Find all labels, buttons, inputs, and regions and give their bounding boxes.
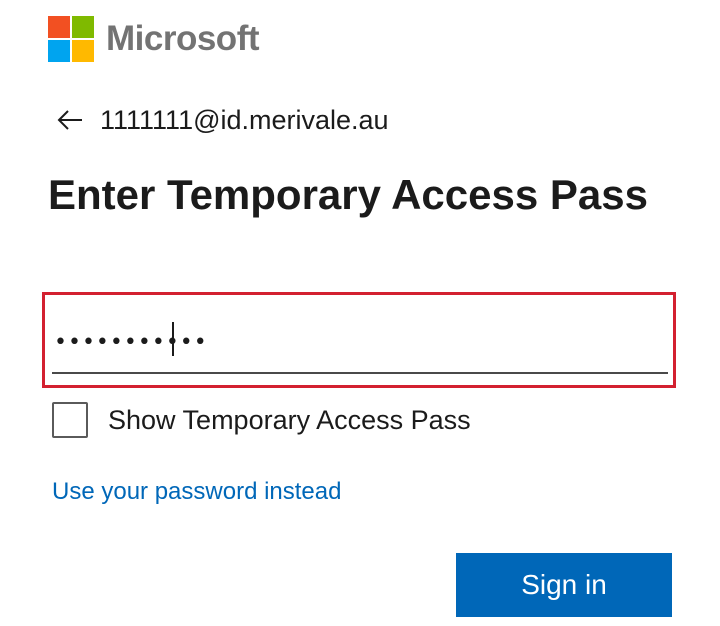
microsoft-logo: Microsoft [48, 14, 260, 64]
show-pass-checkbox[interactable] [52, 402, 88, 438]
text-cursor [172, 322, 174, 356]
sign-in-page: Microsoft 1111111@id.merivale.au Enter T… [0, 0, 720, 626]
arrow-left-icon[interactable] [56, 106, 84, 134]
sign-in-button[interactable]: Sign in [456, 553, 672, 617]
microsoft-logo-icon [48, 16, 94, 62]
use-password-link[interactable]: Use your password instead [52, 478, 341, 506]
account-identity: 1111111@id.merivale.au [56, 100, 389, 140]
temporary-access-pass-input[interactable] [52, 312, 668, 374]
brand-name: Microsoft [106, 19, 260, 58]
show-pass-row[interactable]: Show Temporary Access Pass [52, 400, 471, 440]
show-pass-label[interactable]: Show Temporary Access Pass [108, 405, 471, 436]
account-email: 1111111@id.merivale.au [100, 104, 389, 135]
page-title: Enter Temporary Access Pass [48, 171, 648, 218]
